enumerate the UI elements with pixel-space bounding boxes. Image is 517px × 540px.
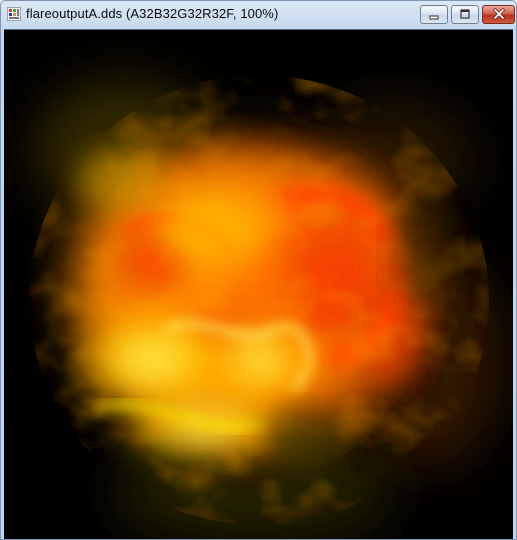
flare-texture-image: [4, 30, 513, 539]
title-bar[interactable]: flareoutputA.dds (A32B32G32R32F, 100%): [1, 1, 516, 29]
maximize-icon: [452, 6, 478, 23]
minimize-button[interactable]: [420, 5, 448, 24]
close-icon: [483, 6, 514, 23]
image-viewer-window: flareoutputA.dds (A32B32G32R32F, 100%): [0, 0, 517, 540]
maximize-button[interactable]: [451, 5, 479, 24]
dds-texture-icon[interactable]: [7, 7, 21, 21]
minimize-icon: [421, 6, 447, 23]
window-title: flareoutputA.dds (A32B32G32R32F, 100%): [26, 6, 279, 21]
image-canvas[interactable]: [4, 29, 513, 539]
close-button[interactable]: [482, 5, 515, 24]
